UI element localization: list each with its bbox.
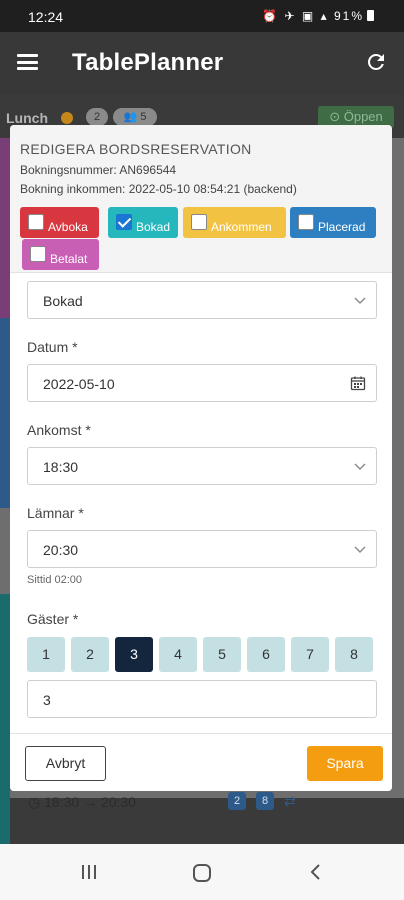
table-badge: 8 — [256, 792, 274, 810]
guests-label: Gäster * — [27, 611, 79, 627]
save-button[interactable]: Spara — [307, 746, 383, 781]
app-bar: TablePlanner — [0, 32, 404, 94]
table-badge: 2 — [228, 792, 246, 810]
booking-number: Bokningsnummer: AN696544 — [20, 163, 177, 177]
date-field[interactable]: 2022-05-10 — [27, 364, 377, 402]
status-select[interactable]: Bokad — [27, 281, 377, 319]
guest-button-2[interactable]: 2 — [71, 637, 109, 672]
card-edge — [0, 594, 10, 844]
ankommen-checkbox[interactable] — [191, 214, 207, 230]
status-icons: ⏰ ✈ ▣ ▴ 91% — [262, 9, 364, 23]
arrival-select[interactable]: 18:30 — [27, 447, 377, 485]
guest-button-3[interactable]: 3 — [115, 637, 153, 672]
hamburger-menu-icon[interactable] — [17, 54, 38, 70]
guest-button-6[interactable]: 6 — [247, 637, 285, 672]
modal-header: REDIGERA BORDSRESERVATION Bokningsnummer… — [10, 125, 392, 273]
status-dot — [61, 112, 73, 124]
shuffle-icon: ⇄ — [284, 793, 296, 809]
guest-button-8[interactable]: 8 — [335, 637, 373, 672]
status-ankommen-button[interactable]: Ankommen — [183, 207, 286, 238]
leave-label: Lämnar * — [27, 505, 84, 521]
cancel-button[interactable]: Avbryt — [25, 746, 106, 781]
booking-received: Bokning inkommen: 2022-05-10 08:54:21 (b… — [20, 182, 297, 196]
card-edge — [0, 138, 10, 318]
status-betalat-button[interactable]: Betalat — [22, 239, 99, 270]
modal-footer: Avbryt Spara — [10, 733, 392, 791]
reservation-time: ◷ 18:30 → 20:30 — [28, 794, 136, 810]
status-bokad-button[interactable]: Bokad — [108, 207, 178, 238]
battery-icon — [367, 10, 374, 21]
guest-button-7[interactable]: 7 — [291, 637, 329, 672]
count-pill: 2 — [86, 108, 108, 126]
lunch-label: Lunch — [6, 110, 48, 126]
avboka-checkbox[interactable] — [28, 214, 44, 230]
placerad-checkbox[interactable] — [298, 214, 314, 230]
refresh-icon[interactable] — [364, 50, 388, 74]
guests-pill: 👥 5 — [113, 108, 157, 126]
status-time: 12:24 — [28, 9, 64, 25]
guest-button-4[interactable]: 4 — [159, 637, 197, 672]
status-bar: 12:24 ⏰ ✈ ▣ ▴ 91% — [0, 0, 404, 32]
system-nav-bar — [0, 844, 404, 900]
guests-input[interactable]: 3 — [27, 680, 377, 718]
calendar-icon[interactable] — [350, 375, 366, 391]
leave-select[interactable]: 20:30 — [27, 530, 377, 568]
date-label: Datum * — [27, 339, 78, 355]
modal-title: REDIGERA BORDSRESERVATION — [20, 141, 252, 157]
bokad-checkbox[interactable] — [116, 214, 132, 230]
edit-reservation-modal: REDIGERA BORDSRESERVATION Bokningsnummer… — [10, 125, 392, 791]
back-icon[interactable] — [308, 864, 324, 880]
home-icon[interactable] — [193, 864, 211, 882]
card-edge — [0, 318, 10, 508]
battery-level: 91% — [333, 9, 364, 23]
chevron-down-icon — [354, 546, 366, 553]
chevron-down-icon — [354, 463, 366, 470]
arrival-label: Ankomst * — [27, 422, 91, 438]
guest-button-5[interactable]: 5 — [203, 637, 241, 672]
chevron-down-icon — [354, 297, 366, 304]
app-title: TablePlanner — [72, 49, 224, 76]
status-placerad-button[interactable]: Placerad — [290, 207, 376, 238]
status-avboka-button[interactable]: Avboka — [20, 207, 99, 238]
duration-text: Sittid 02:00 — [27, 574, 83, 586]
betalat-checkbox[interactable] — [30, 246, 46, 262]
guest-button-1[interactable]: 1 — [27, 637, 65, 672]
recents-icon[interactable] — [82, 865, 98, 879]
